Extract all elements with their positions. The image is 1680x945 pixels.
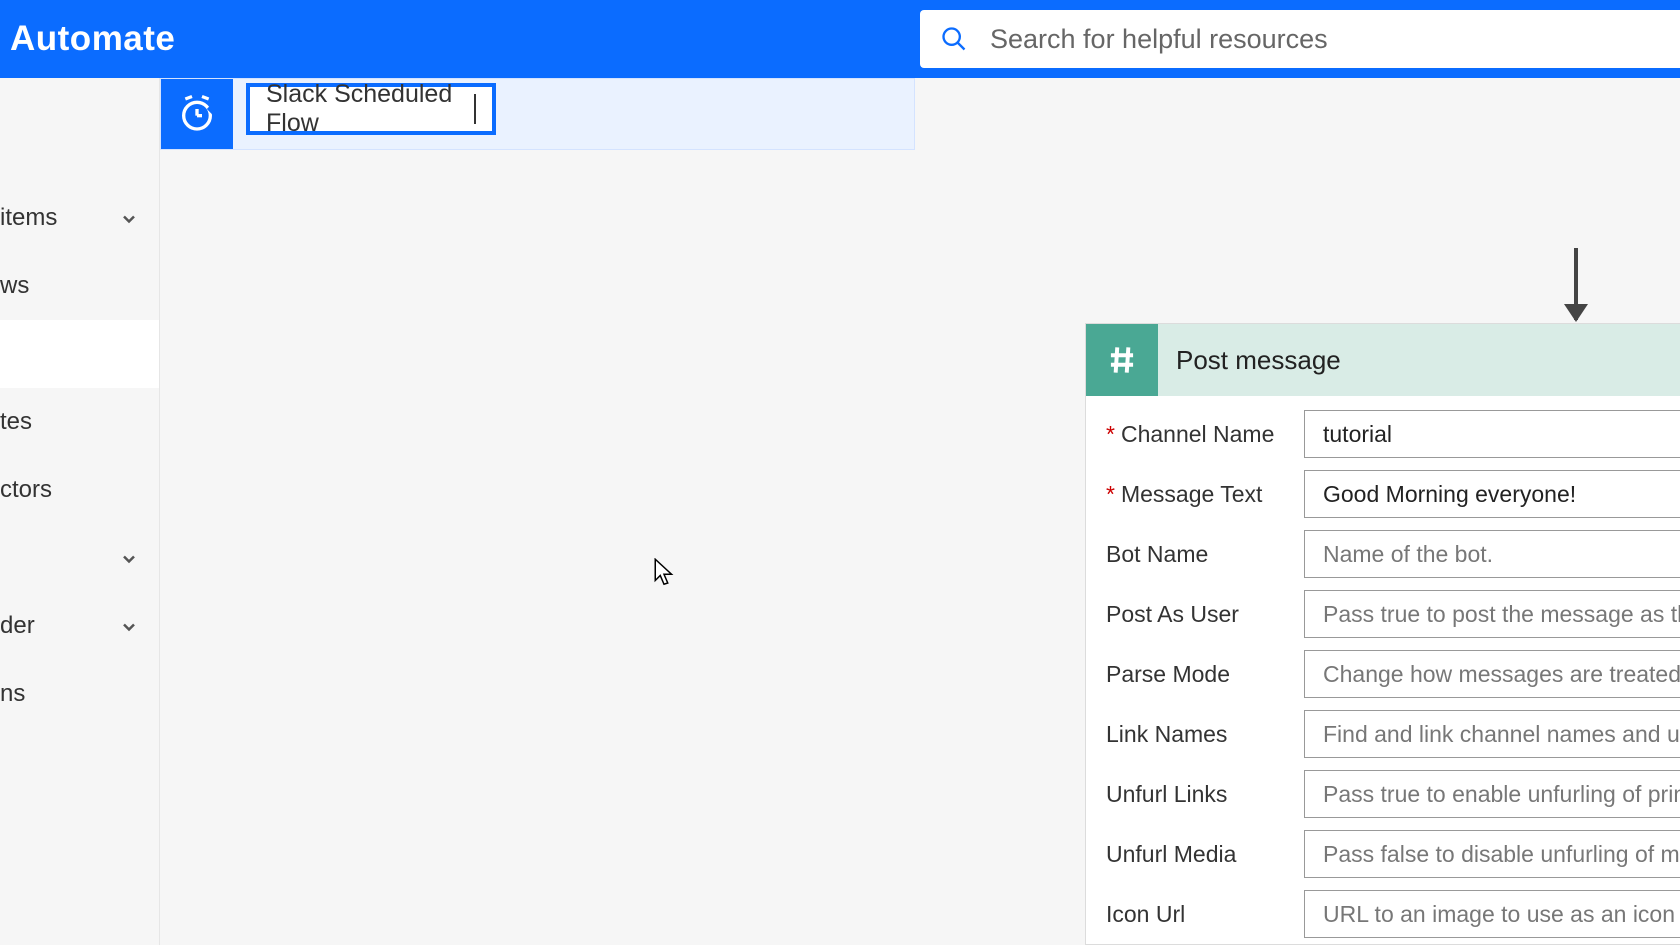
field-input[interactable]: Change how messages are treated. Fo [1304,650,1680,698]
sidebar-item-4[interactable]: ctors [0,456,159,524]
field-label: Parse Mode [1086,661,1304,688]
sidebar: items ws tes ctors der ns [0,78,160,945]
field-label: Icon Url [1086,901,1304,928]
form-row-parse-mode: Parse Mode Change how messages are treate… [1086,644,1680,704]
field-input[interactable]: Find and link channel names and user [1304,710,1680,758]
field-label-text: Bot Name [1106,541,1208,568]
sidebar-item-label: ns [0,680,159,708]
form-row-post-as-user: Post As User Pass true to post the messag… [1086,584,1680,644]
form-row-bot-name: Bot Name Name of the bot. [1086,524,1680,584]
hash-icon [1086,324,1158,396]
field-label-text: Message Text [1121,481,1262,508]
action-header[interactable]: Post message [1086,324,1680,396]
field-label: Post As User [1086,601,1304,628]
field-label: Unfurl Media [1086,841,1304,868]
sidebar-item-2[interactable] [0,320,159,388]
sidebar-item-label: ws [0,272,159,300]
sidebar-item-6[interactable]: der [0,592,159,660]
sidebar-item-7[interactable]: ns [0,660,159,728]
app-title: Automate [0,19,175,59]
action-title: Post message [1176,345,1341,376]
field-label-text: Unfurl Links [1106,781,1227,808]
search-input[interactable] [990,10,1680,68]
field-label-text: Unfurl Media [1106,841,1236,868]
form-row-unfurl-links: Unfurl Links Pass true to enable unfurlin… [1086,764,1680,824]
field-label-text: Link Names [1106,721,1227,748]
search-box[interactable] [920,10,1680,68]
sidebar-item-3[interactable]: tes [0,388,159,456]
field-input[interactable]: Pass false to disable unfurling of med [1304,830,1680,878]
search-icon [940,25,968,53]
text-caret [474,94,476,124]
field-input[interactable]: Pass true to post the message as the a [1304,590,1680,638]
connector-arrow [1574,248,1578,320]
field-input[interactable]: Name of the bot. [1304,530,1680,578]
field-input[interactable]: Pass true to enable unfurling of prima [1304,770,1680,818]
required-star: * [1106,481,1115,508]
form-row-unfurl-media: Unfurl Media Pass false to disable unfurl… [1086,824,1680,884]
back-button[interactable] [200,90,238,128]
chevron-down-icon [119,548,139,568]
sidebar-item-0[interactable]: items [0,184,159,252]
field-label-text: Icon Url [1106,901,1185,928]
field-label: Link Names [1086,721,1304,748]
chevron-down-icon [119,616,139,636]
form-row-link-names: Link Names Find and link channel names an… [1086,704,1680,764]
chevron-down-icon [119,208,139,228]
flow-canvas[interactable]: Slack Scheduled Flow Recurrence Post mes… [160,78,1680,945]
action-card-post-message[interactable]: Post message *Channel Nametutorial*Messa… [1085,323,1680,945]
form-row-icon-url: Icon Url URL to an image to use as an ico… [1086,884,1680,944]
flow-header: Slack Scheduled Flow [160,78,1680,140]
mouse-cursor [653,558,675,588]
form-row-message-text: *Message TextGood Morning everyone! [1086,464,1680,524]
field-label-text: Parse Mode [1106,661,1230,688]
form-row-channel-name: *Channel Nametutorial [1086,404,1680,464]
flow-name-text: Slack Scheduled Flow [266,80,476,138]
flow-name-input[interactable]: Slack Scheduled Flow [246,83,496,135]
sidebar-item-label: der [0,612,119,640]
field-label-text: Channel Name [1121,421,1274,448]
sidebar-item-label: items [0,204,119,232]
field-label: Bot Name [1086,541,1304,568]
field-label: *Channel Name [1086,421,1304,448]
field-label-text: Post As User [1106,601,1239,628]
sidebar-item-label: tes [0,408,159,436]
field-label: *Message Text [1086,481,1304,508]
sidebar-item-5[interactable] [0,524,159,592]
top-bar: Automate [0,0,1680,78]
field-input[interactable]: URL to an image to use as an icon for [1304,890,1680,938]
sidebar-item-label: ctors [0,476,159,504]
field-input[interactable]: Good Morning everyone! [1304,470,1680,518]
sidebar-item-1[interactable]: ws [0,252,159,320]
field-input[interactable]: tutorial [1304,410,1680,458]
required-star: * [1106,421,1115,448]
field-label: Unfurl Links [1086,781,1304,808]
